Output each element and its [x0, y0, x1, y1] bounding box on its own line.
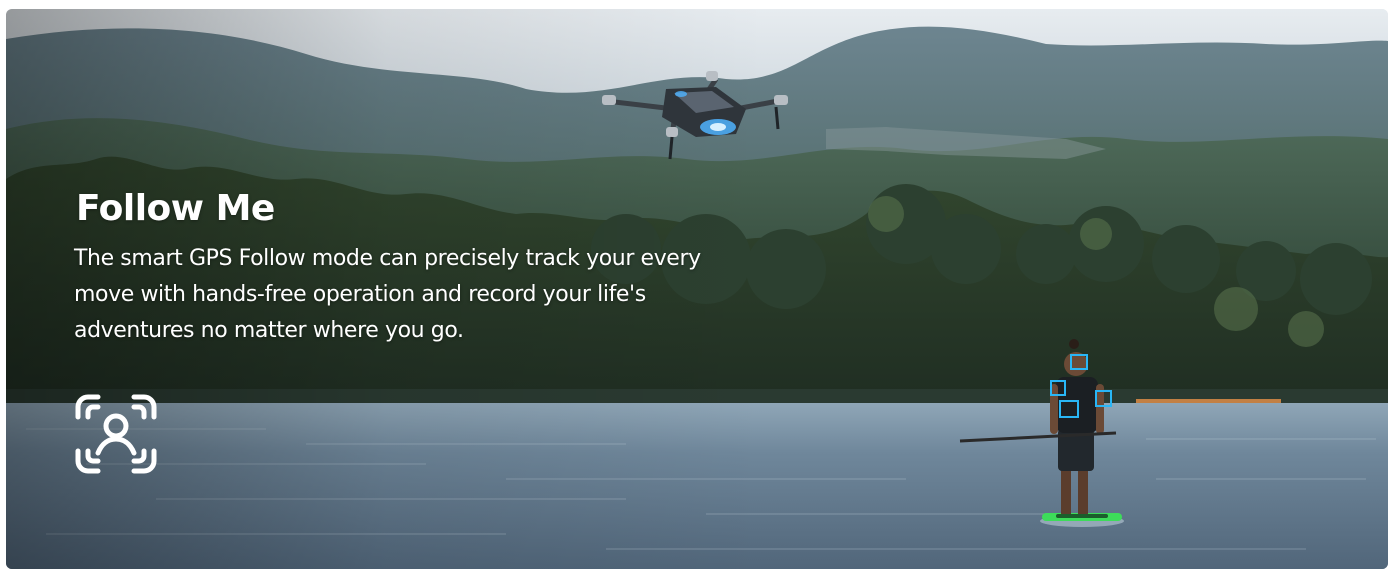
- follow-me-banner: Follow Me The smart GPS Follow mode can …: [6, 9, 1388, 569]
- feature-description: The smart GPS Follow mode can precisely …: [74, 246, 701, 343]
- feature-title: Follow Me: [76, 188, 275, 229]
- face-tracking-icon: [75, 394, 157, 474]
- buoy-line: [1136, 399, 1281, 403]
